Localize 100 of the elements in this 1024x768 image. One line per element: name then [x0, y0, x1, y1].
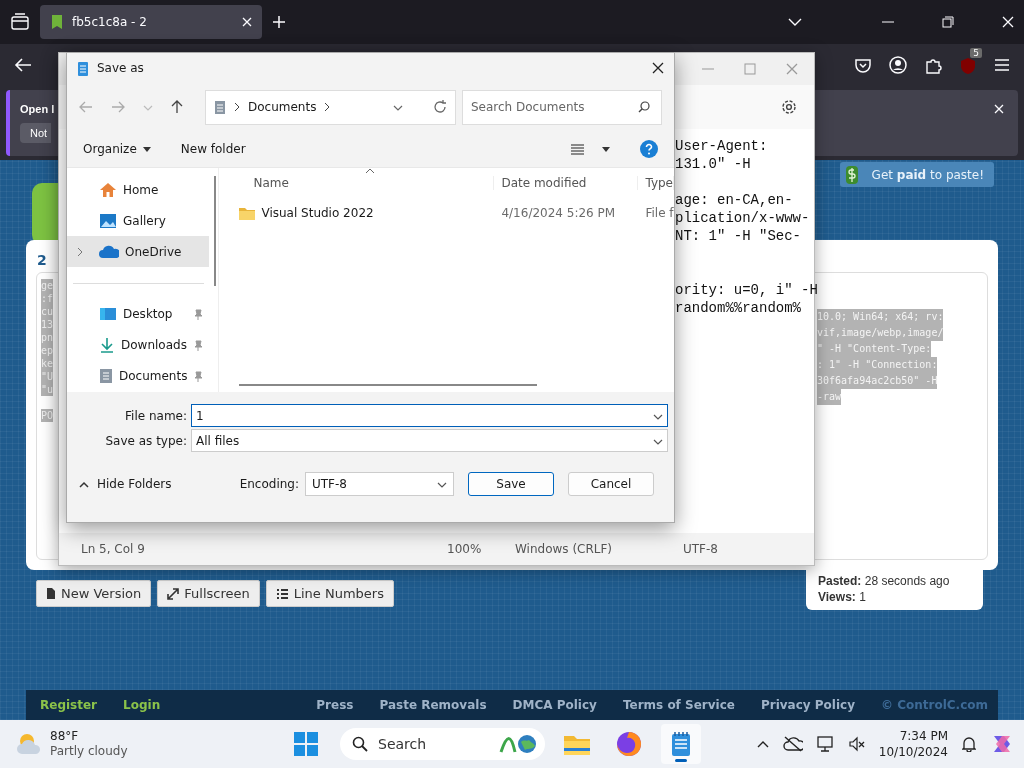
home-icon [99, 181, 117, 198]
copyright-text: © ControlC.com [881, 698, 988, 712]
cloud-off-icon[interactable] [782, 736, 803, 752]
nav-item[interactable]: Gallery [67, 205, 210, 236]
new-tab-icon[interactable] [272, 15, 286, 29]
cloud-icon [99, 244, 119, 259]
favicon-icon [50, 14, 64, 30]
chevron-right-icon [324, 102, 331, 112]
nav-item[interactable]: Downloads [67, 329, 210, 361]
pin-icon [193, 308, 204, 320]
list-icon [275, 587, 289, 600]
nav-item[interactable]: OneDrive [67, 236, 210, 267]
notification-button[interactable]: Not [20, 123, 52, 143]
footer-link[interactable]: Terms of Service [622, 698, 735, 712]
text-line: User-Agent: [675, 137, 769, 155]
paste-number: 2 [37, 252, 48, 268]
footer-link[interactable]: DMCA Policy [512, 698, 597, 712]
search-icon [352, 736, 368, 752]
browser-tab[interactable]: fb5c1c8a - 2 [40, 5, 262, 39]
notepad-icon [77, 60, 89, 76]
caret-icon [602, 146, 610, 152]
promo-button[interactable]: Get paid to paste! [839, 162, 994, 187]
file-type-dropdown[interactable]: All files [191, 429, 668, 452]
tab-overview-icon[interactable] [10, 13, 30, 31]
field-label: File name: [124, 408, 187, 423]
file-row[interactable]: Visual Studio 2022 4/16/2024 5:26 PM File f [219, 200, 674, 226]
nav-item[interactable]: Desktop [67, 298, 210, 330]
desktop-icon [99, 307, 117, 322]
sort-icon [365, 168, 376, 174]
dialog-title: Save as [97, 61, 145, 75]
page-button[interactable]: New Version [36, 580, 152, 607]
search-field[interactable]: Search Documents [462, 89, 662, 125]
temperature-text: 88°F [50, 729, 80, 744]
extension-badge: 5 [970, 47, 982, 58]
hide-folders-button[interactable]: Hide Folders [79, 477, 172, 491]
document-icon [99, 368, 113, 385]
puzzle-icon[interactable] [925, 56, 942, 74]
network-icon[interactable] [816, 736, 835, 752]
column-header[interactable]: Type [638, 176, 674, 190]
nav-item[interactable]: Home [67, 174, 210, 205]
encoding-dropdown[interactable]: UTF-8 [305, 472, 454, 496]
view-button[interactable] [571, 143, 610, 155]
text-line: 131.0" -H [675, 155, 752, 173]
status-text: Ln 5, Col 9 [81, 542, 145, 556]
taskbar-app[interactable] [661, 724, 701, 764]
dollar-icon [845, 165, 858, 184]
footer-link[interactable]: Press [316, 698, 354, 712]
settings-icon[interactable] [780, 98, 798, 116]
up-icon[interactable] [171, 100, 183, 114]
account-icon[interactable] [889, 56, 907, 74]
chevron-up-icon[interactable] [756, 740, 769, 748]
column-header[interactable]: Name [219, 176, 495, 190]
page-button[interactable]: Line Numbers [265, 580, 394, 607]
cancel-button[interactable]: Cancel [568, 472, 654, 496]
download-icon [99, 337, 115, 354]
stat-text: Views: 1 [818, 590, 867, 604]
pocket-icon[interactable] [855, 57, 871, 73]
tab-title: fb5c1c8a - 2 [72, 15, 148, 29]
speaker-muted-icon[interactable] [848, 736, 865, 752]
column-header[interactable]: Date modified [494, 176, 639, 190]
menu-icon[interactable] [994, 58, 1010, 72]
folder-icon [239, 206, 256, 220]
search-icon [638, 100, 650, 113]
field-label: Save as type: [104, 433, 187, 448]
pin-icon [193, 339, 204, 351]
close-icon[interactable] [652, 62, 664, 74]
notification-message: Open I [20, 103, 55, 115]
taskbar-search[interactable]: Search [340, 728, 545, 760]
new-folder-button[interactable]: New folder [180, 142, 246, 156]
clock[interactable]: 7:34 PM 10/10/2024 [878, 728, 948, 760]
organize-button[interactable]: Organize [83, 142, 151, 156]
notepad-icon [670, 731, 692, 757]
footer-link[interactable]: Privacy Policy [760, 698, 855, 712]
save-button[interactable]: Save [468, 472, 554, 496]
page-button[interactable]: Fullscreen [157, 580, 260, 607]
start-icon[interactable] [294, 732, 318, 756]
weather-text: Partly cloudy [50, 744, 128, 759]
list-view-icon [571, 143, 584, 155]
footer-link[interactable]: Login [123, 698, 161, 712]
footer-link[interactable]: Paste Removals [379, 698, 487, 712]
help-icon[interactable] [640, 140, 658, 158]
file-name-field[interactable]: 1 [191, 404, 668, 427]
status-text: 100% [447, 542, 482, 556]
ribbon-globe-icon [497, 732, 537, 756]
bell-icon[interactable] [962, 736, 976, 752]
stat-text: Pasted: 28 seconds ago [818, 574, 951, 588]
nav-item[interactable]: Documents [67, 360, 210, 392]
path-segment[interactable]: Documents [248, 100, 317, 114]
chevron-down-icon [437, 480, 447, 488]
gallery-icon [99, 212, 117, 229]
expand-icon [167, 587, 180, 600]
chevron-right-icon [234, 102, 240, 112]
address-bar[interactable]: Documents [205, 89, 456, 125]
chevron-down-icon[interactable] [788, 17, 802, 27]
shield-icon[interactable] [960, 56, 976, 74]
refresh-icon[interactable] [433, 100, 447, 114]
restore-icon[interactable] [942, 16, 954, 28]
footer-link[interactable]: Register [40, 698, 98, 712]
text-line: random%%random% [675, 299, 803, 317]
text-line: NT: 1" -H "Sec- [675, 227, 803, 245]
